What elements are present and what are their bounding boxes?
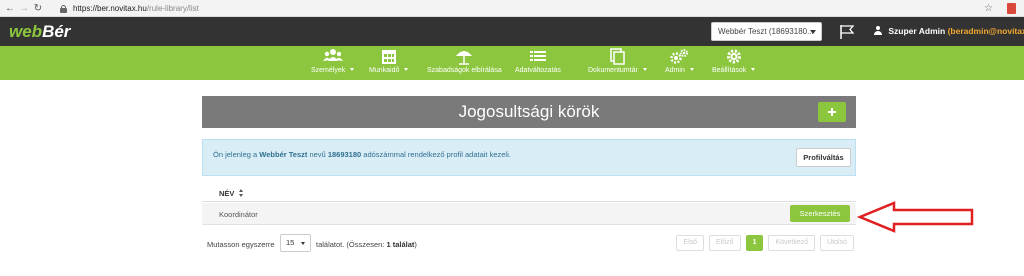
chevron-down-icon [689,68,694,71]
menu-label: Szabadságok elbírálása [427,67,502,74]
user-name: Szuper Admin [888,26,946,36]
menu-label: Admin [665,67,685,74]
webber-logo[interactable]: webBér [9,22,70,42]
edit-button[interactable]: Szerkesztés [790,205,850,222]
flag-icon[interactable] [839,24,855,39]
table-row: Koordinátor Szerkesztés [202,203,856,225]
chevron-down-icon [301,242,305,245]
pager-last[interactable]: Utolsó [820,235,854,251]
user-email: (beradmin@novitax.hu) [947,26,1024,36]
pager-prev[interactable]: Előző [709,235,741,251]
menu-item-adatvaltozatas[interactable]: Adatváltozatás [515,48,561,74]
browser-toolbar: ← → ↻ https://ber.novitax.hu/rule-librar… [0,0,1024,17]
chevron-down-icon [404,68,409,71]
menu-item-szabadsagok[interactable]: Szabadságok elbírálása [427,48,502,74]
menu-label: Személyek [311,67,346,74]
page-title: Jogosultsági körök [458,102,600,121]
add-button[interactable] [818,102,846,122]
menu-item-admin[interactable]: Admin [665,48,694,74]
chevron-down-icon [350,68,355,71]
menu-item-szemelyek[interactable]: Személyek [311,48,355,74]
per-page-label: Mutasson egyszerre [207,240,275,249]
menu-label: Adatváltozatás [515,67,561,74]
umbrella-icon [456,51,473,65]
user-menu[interactable]: Szuper Admin (beradmin@novitax.hu) [874,26,1024,36]
chevron-down-icon [751,68,756,71]
forward-button[interactable]: → [17,0,31,17]
profile-info-alert: Ön jelenleg a Webbér Teszt nevű 18693180… [202,139,856,176]
column-header-name[interactable]: NÉV [219,189,244,198]
menu-label: Munkaidő [369,67,400,74]
per-page-select[interactable]: 15 [280,234,311,252]
documents-icon [610,48,626,65]
gear-icon [726,49,741,64]
lock-icon [60,4,67,13]
people-icon [322,49,343,61]
reload-button[interactable]: ↻ [31,0,45,17]
back-button[interactable]: ← [3,0,17,17]
chevron-down-icon [642,68,647,71]
info-company: Webbér Teszt [259,150,308,159]
results-count: 1 találat [386,240,415,249]
app-header: webBér Webbér Teszt (18693180... Szuper … [0,17,1024,46]
menu-item-munkaido[interactable]: Munkaidő [369,48,409,74]
user-icon [874,26,882,35]
pager-current[interactable]: 1 [745,235,764,251]
url-host: https://ber.novitax.hu [73,4,147,13]
chevron-down-icon [810,30,816,34]
calendar-icon [381,50,396,64]
sort-icon[interactable] [239,189,244,197]
profile-info-text: Ön jelenleg a Webbér Teszt nevű 18693180… [213,150,511,159]
url-path: /rule-library/list [146,4,199,13]
menu-item-beallitasok[interactable]: Beállítások [712,48,756,74]
pdf-extension-icon[interactable] [1007,3,1016,14]
annotation-arrow-icon [856,201,974,233]
table-footer: Mutasson egyszerre 15 találatot. (Összes… [202,234,856,254]
profile-switch-button[interactable]: Profilváltás [796,148,851,167]
results-summary: találatot. (Összesen: 1 találat) [316,240,417,249]
menu-item-dokumentumtar[interactable]: Dokumentumtár [588,48,647,74]
main-menu: Személyek Munkaidő Szabadságok elbírálás… [0,46,1024,80]
menu-label: Dokumentumtár [588,67,638,74]
menu-label: Beállítások [712,67,747,74]
row-name: Koordinátor [219,210,258,219]
pager-first[interactable]: Első [676,235,705,251]
bookmark-star-icon[interactable]: ☆ [984,3,993,14]
pagination: Első Előző 1 Következő Utolsó [676,235,854,251]
company-select-value: Webbér Teszt (18693180... [718,27,814,36]
pager-next[interactable]: Következő [768,235,816,251]
table-header: NÉV [202,184,856,202]
gears-icon [670,49,689,64]
address-bar[interactable]: https://ber.novitax.hu/rule-library/list [60,2,199,15]
list-icon [529,51,546,61]
company-select[interactable]: Webbér Teszt (18693180... [711,22,822,41]
page-header: Jogosultsági körök [202,96,856,128]
info-tax-id: 18693180 [327,150,362,159]
